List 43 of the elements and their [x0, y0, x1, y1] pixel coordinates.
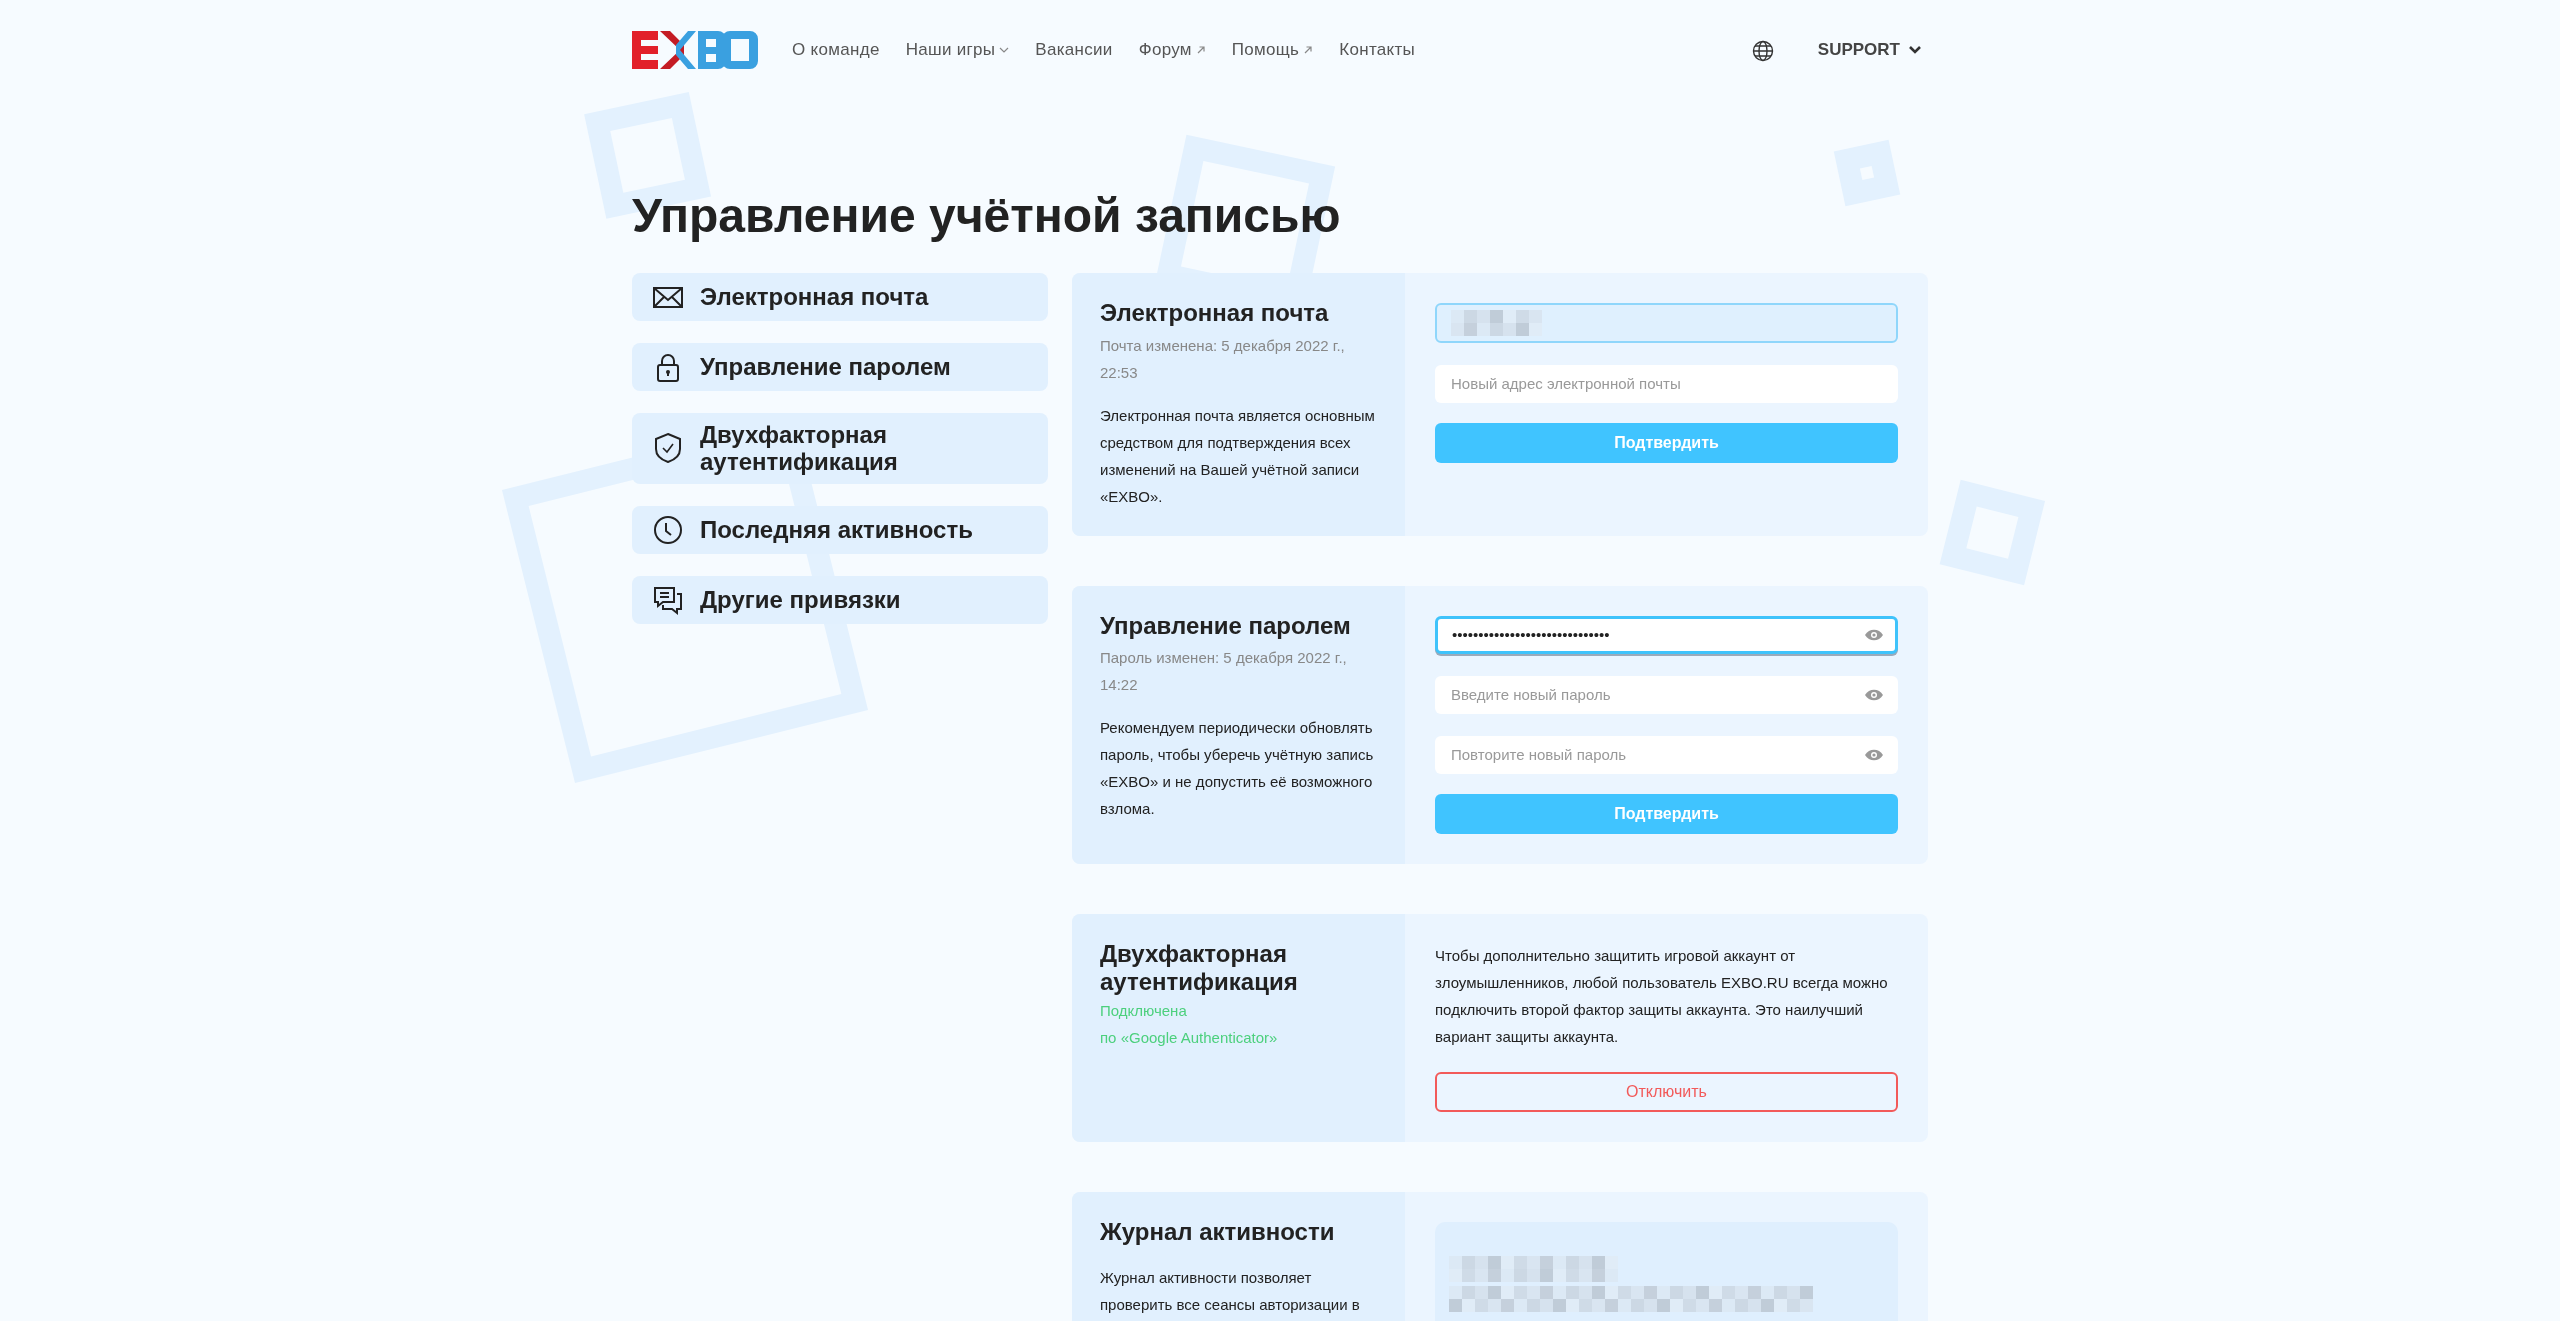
password-field[interactable]: Повторите новый пароль: [1435, 735, 1898, 774]
arrow-up-right-icon: [1195, 45, 1206, 55]
section-title: Журнал активности: [1100, 1217, 1336, 1247]
sidebar-item[interactable]: Электронная почта: [632, 272, 1048, 321]
language-button[interactable]: [1751, 38, 1774, 62]
clock-icon: [652, 514, 684, 546]
section-description: Рекомендуем периодически обновлять пароль, чтобы уберечь учётную запись «EXBO» и не допустить её возможного взлома.: [1100, 718, 1375, 820]
section-title: Двухфакторная аутентификация: [1100, 939, 1299, 998]
logo-icon: [632, 29, 758, 71]
sidebar-item[interactable]: Двухфакторная аутентификация: [632, 412, 1048, 484]
eye-icon: [1864, 747, 1884, 762]
section-description: Электронная почта является основным средством для подтверждения всех изменений на Вашей учётной записи «EXBO».: [1100, 405, 1376, 507]
nav-link[interactable]: О команде: [792, 37, 880, 63]
status-text: по «Google Authenticator»: [1100, 1028, 1279, 1049]
eye-icon: [1864, 687, 1884, 702]
shield-check-icon: [652, 432, 684, 465]
nav-link[interactable]: Вакансии: [1035, 37, 1113, 63]
section-title: Управление паролем: [1100, 611, 1352, 641]
arrow-up-right-icon: [1303, 45, 1314, 55]
globe-icon: [1751, 39, 1774, 62]
chat-icon: [652, 584, 684, 616]
sidebar-item[interactable]: Последняя активность: [632, 506, 1048, 554]
section-title: Электронная почта: [1100, 298, 1330, 328]
nav-link[interactable]: Помощь: [1231, 37, 1314, 63]
account-menu-button[interactable]: SUPPORT: [1811, 36, 1928, 64]
sidebar-item[interactable]: Управление паролем: [632, 342, 1048, 391]
section-description: Чтобы дополнительно защитить игровой аккаунт от злоумышленников, любой пользователь EXBO.RU всегда можно подключить второй фактор защиты аккаунта. Это наилучший вариант защиты аккаунта.: [1435, 945, 1889, 1047]
sidebar-item[interactable]: Другие привязки: [632, 576, 1048, 624]
page-title: Управление учётной записью: [632, 190, 1342, 243]
nav-link[interactable]: Форум: [1138, 37, 1206, 63]
eye-icon: [1864, 627, 1884, 642]
nav-link[interactable]: Контакты: [1339, 37, 1416, 63]
change-date: Пароль изменен: 5 декабря 2022 г., 14:22: [1100, 648, 1348, 696]
password-field[interactable]: ••••••••••••••••••••••••••••••: [1435, 615, 1898, 654]
chevron-down-icon: [1908, 45, 1922, 55]
nav-link[interactable]: Наши игры: [905, 37, 1010, 63]
chevron-down-icon: [999, 46, 1010, 54]
change-date: Почта изменена: 5 декабря 2022 г., 22:53: [1100, 335, 1346, 383]
status-text: Подключена: [1100, 1001, 1188, 1022]
password-field[interactable]: Введите новый пароль: [1435, 675, 1898, 714]
input-field[interactable]: Новый адрес электронной почты: [1435, 364, 1898, 403]
email-field[interactable]: [1435, 302, 1898, 343]
section-description: Журнал активности позволяет проверить все сеансы авторизации в: [1100, 1268, 1361, 1316]
